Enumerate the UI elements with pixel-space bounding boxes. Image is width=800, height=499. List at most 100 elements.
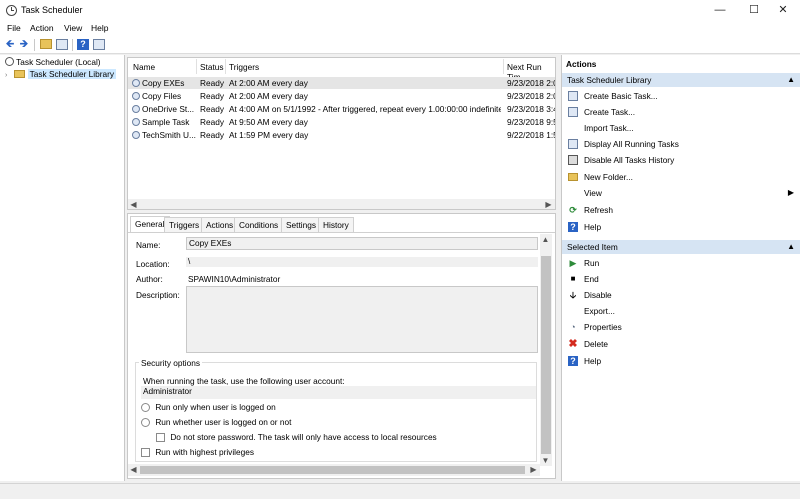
action-disable-history[interactable]: Disable All Tasks History [562,152,800,168]
task-name: OneDrive St... [142,104,195,114]
action-end[interactable]: ■ End [562,271,800,287]
title-bar: Task Scheduler — ☐ ✕ [0,0,800,21]
radio-run-whether-logged[interactable]: Run whether user is logged on or not [141,417,291,427]
tree-item-library[interactable]: › Task Scheduler Library [5,69,117,81]
back-arrow-icon[interactable]: 🡸 [4,39,16,50]
vertical-scrollbar[interactable]: ▲ ▼ [540,234,552,466]
radio-run-logged-on[interactable]: Run only when user is logged on [141,402,276,412]
column-divider[interactable] [196,59,197,74]
task-next-run: 9/23/2018 2:00 [507,78,555,88]
column-header-triggers[interactable]: Triggers [229,62,259,72]
tab-triggers[interactable]: Triggers [164,217,205,232]
action-run[interactable]: ▶ Run [562,255,800,271]
close-icon[interactable]: ✕ [766,0,800,21]
action-display-running-tasks[interactable]: Display All Running Tasks [562,136,800,152]
show-hide-tree-icon[interactable] [56,39,68,50]
task-trigger: At 1:59 PM every day [229,130,309,140]
checkbox-no-store-password[interactable]: Do not store password. The task will onl… [156,432,437,442]
scrollbar-thumb[interactable] [140,466,525,474]
section-header-library[interactable]: Task Scheduler Library ▲ [562,73,800,87]
scroll-right-icon[interactable]: ▶ [528,464,539,475]
action-properties[interactable]: ◔ Properties [562,319,800,335]
action-refresh[interactable]: ⟳ Refresh [562,202,800,218]
window-title: Task Scheduler [21,5,83,15]
show-hide-action-pane-icon[interactable] [93,39,105,50]
scrollbar-thumb[interactable] [541,256,551,454]
task-trigger: At 9:50 AM every day [229,117,308,127]
task-row[interactable]: Sample Task Ready At 9:50 AM every day 9… [128,116,555,128]
action-create-task[interactable]: Create Task... [562,104,800,120]
tree-item-label: Task Scheduler (Local) [16,57,101,67]
minimize-icon[interactable]: — [703,0,737,21]
menu-help[interactable]: Help [91,23,108,33]
tree-item-label: Task Scheduler Library [27,69,117,79]
column-divider[interactable] [225,59,226,74]
menu-action[interactable]: Action [30,23,54,33]
radio-button[interactable] [141,403,150,412]
folder-up-icon[interactable] [40,39,52,49]
horizontal-scrollbar[interactable]: ◀ ▶ [128,464,540,476]
task-row[interactable]: OneDrive St... Ready At 4:00 AM on 5/1/1… [128,103,555,115]
task-row[interactable]: TechSmith U... Ready At 1:59 PM every da… [128,129,555,141]
checkbox-highest-privileges[interactable]: Run with highest privileges [141,447,254,457]
scroll-up-icon[interactable]: ▲ [540,234,551,245]
chevron-right-icon[interactable]: › [5,70,12,81]
new-task-icon [568,107,578,117]
menu-view[interactable]: View [64,23,82,33]
checkbox[interactable] [141,448,150,457]
section-header-selected[interactable]: Selected Item ▲ [562,240,800,254]
tab-conditions[interactable]: Conditions [234,217,284,232]
forward-arrow-icon[interactable]: 🡺 [18,39,30,50]
wizard-icon [568,91,578,101]
action-create-basic-task[interactable]: Create Basic Task... [562,88,800,104]
task-next-run: 9/23/2018 3:47 [507,104,555,114]
action-delete[interactable]: ✖ Delete [562,336,800,352]
action-help[interactable]: ? Help [562,219,800,235]
toolbar-separator [34,39,35,51]
refresh-icon: ⟳ [569,205,577,215]
collapse-up-icon[interactable]: ▲ [787,240,795,254]
column-header-name[interactable]: Name [133,62,155,72]
action-view[interactable]: View ▶ [562,185,800,201]
menu-bar: File Action View Help [0,21,800,36]
task-row[interactable]: Copy EXEs Ready At 2:00 AM every day 9/2… [128,77,555,89]
toolbar: 🡸 🡺 ? [0,36,800,54]
stop-icon: ■ [570,274,576,283]
description-label: Description: [136,290,180,300]
section-title: Task Scheduler Library [567,75,652,85]
tab-history[interactable]: History [318,217,354,232]
action-disable[interactable]: 🡣 Disable [562,287,800,303]
task-status: Ready [200,91,224,101]
radio-button[interactable] [141,418,150,427]
toolbar-separator [72,39,73,51]
scroll-left-icon[interactable]: ◀ [128,199,139,209]
scroll-right-icon[interactable]: ▶ [543,199,554,209]
action-import-task[interactable]: Import Task... [562,120,800,136]
tab-actions[interactable]: Actions [201,217,239,232]
action-new-folder[interactable]: New Folder... [562,169,800,185]
task-name: Copy Files [142,91,182,101]
tree-item-root[interactable]: Task Scheduler (Local) [5,57,101,68]
task-row[interactable]: Copy Files Ready At 2:00 AM every day 9/… [128,90,555,102]
scroll-down-icon[interactable]: ▼ [540,455,551,466]
task-trigger: At 4:00 AM on 5/1/1992 - After triggered… [229,104,501,114]
task-trigger: At 2:00 AM every day [229,78,308,88]
checkbox[interactable] [156,433,165,442]
collapse-up-icon[interactable]: ▲ [787,73,795,87]
description-field[interactable] [186,286,538,353]
column-divider[interactable] [503,59,504,74]
actions-header: Actions [566,59,597,69]
action-help-selected[interactable]: ? Help [562,353,800,369]
scroll-left-icon[interactable]: ◀ [128,464,139,475]
folder-icon [14,70,26,78]
task-name: Sample Task [142,117,190,127]
task-next-run: 9/23/2018 2:00 [507,91,555,101]
name-field[interactable]: Copy EXEs [186,237,538,250]
column-header-status[interactable]: Status [200,62,224,72]
action-export[interactable]: Export... [562,303,800,319]
running-tasks-icon [568,139,578,149]
horizontal-scrollbar[interactable]: ◀ ▶ [128,199,555,209]
help-icon[interactable]: ? [77,39,89,50]
tab-settings[interactable]: Settings [281,217,321,232]
menu-file[interactable]: File [7,23,21,33]
